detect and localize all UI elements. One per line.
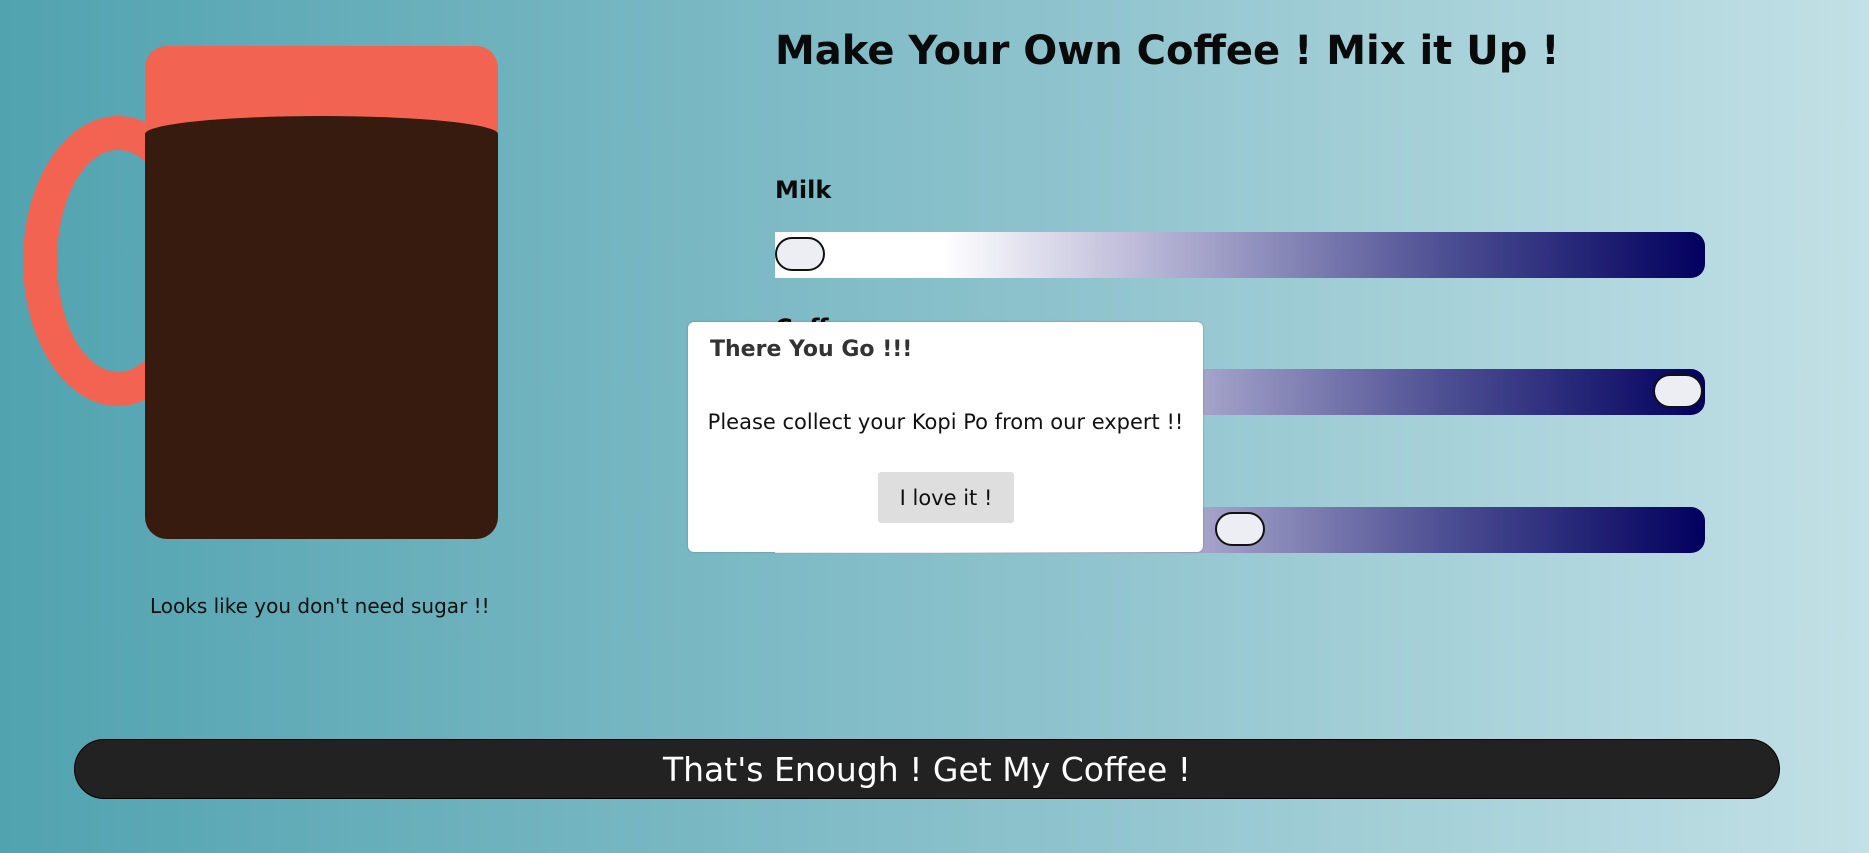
dialog-message: Please collect your Kopi Po from our exp…	[707, 410, 1184, 434]
milk-slider-thumb[interactable]	[775, 237, 825, 271]
coffee-slider-thumb[interactable]	[1653, 374, 1703, 408]
sugar-message: Looks like you don't need sugar !!	[150, 594, 490, 618]
dialog-title: There You Go !!!	[710, 337, 913, 362]
love-it-button[interactable]: I love it !	[878, 472, 1014, 523]
coffee-mug	[20, 46, 500, 541]
mug-body	[145, 46, 498, 539]
sugar-slider-thumb[interactable]	[1215, 512, 1265, 546]
confirmation-dialog: There You Go !!! Please collect your Kop…	[688, 322, 1203, 552]
coffee-fill	[145, 116, 498, 539]
page-title: Make Your Own Coffee ! Mix it Up !	[775, 28, 1560, 74]
milk-label: Milk	[775, 176, 832, 204]
milk-slider[interactable]	[775, 232, 1705, 278]
get-coffee-button[interactable]: That's Enough ! Get My Coffee !	[74, 739, 1780, 799]
